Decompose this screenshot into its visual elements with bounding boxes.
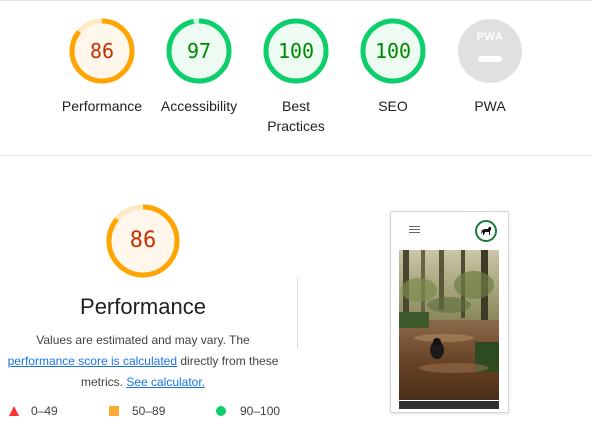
score-legend: 0–49 50–89 90–100 <box>0 404 300 424</box>
gauge-accessibility[interactable]: 97 Accessibility <box>144 18 254 116</box>
see-calculator-link[interactable]: See calculator. <box>126 375 205 389</box>
dog-logo-icon <box>475 220 497 242</box>
performance-gauge-ring: 86 <box>69 18 135 84</box>
legend-pass: 90–100 <box>216 404 280 418</box>
seo-score: 100 <box>374 39 412 63</box>
desc-text-1: Values are estimated and may vary. The <box>36 333 250 347</box>
legend-fail: 0–49 <box>9 404 58 418</box>
best-practices-label: Best Practices <box>267 98 325 134</box>
performance-score: 86 <box>89 39 115 63</box>
pwa-label: PWA <box>474 98 506 114</box>
legend-pass-range: 90–100 <box>240 404 281 418</box>
accessibility-gauge-ring: 97 <box>166 18 232 84</box>
lighthouse-report: 86 Performance 97 Accessibility 100 Best… <box>0 0 592 445</box>
pwa-badge-text: PWA <box>476 31 504 43</box>
pwa-dash-icon <box>478 56 502 62</box>
accessibility-score: 97 <box>186 39 212 63</box>
gauge-seo[interactable]: 100 SEO <box>338 18 448 116</box>
score-gauges: 86 Performance 97 Accessibility 100 Best… <box>0 18 592 148</box>
green-circle-icon <box>216 406 226 416</box>
gauge-best-practices[interactable]: 100 Best Practices <box>241 18 351 136</box>
seo-gauge-ring: 100 <box>360 18 426 84</box>
section-divider <box>0 155 592 156</box>
legend-average: 50–89 <box>109 404 165 418</box>
gauge-performance[interactable]: 86 Performance <box>47 18 157 116</box>
best-practices-score: 100 <box>277 39 315 63</box>
score-calculated-link[interactable]: performance score is calculated <box>8 354 177 368</box>
best-practices-gauge-ring: 100 <box>263 18 329 84</box>
top-rule <box>0 0 592 1</box>
performance-title: Performance <box>80 294 206 319</box>
performance-detail: 86 Performance Values are estimated and … <box>0 204 290 389</box>
pwa-badge-icon: PWA <box>457 18 523 84</box>
red-triangle-icon <box>9 406 19 416</box>
gauge-pwa[interactable]: PWA PWA <box>435 18 545 116</box>
orange-square-icon <box>109 406 119 416</box>
performance-big-gauge: 86 <box>106 204 180 278</box>
seo-label: SEO <box>378 98 408 114</box>
final-screenshot[interactable] <box>390 211 509 413</box>
vertical-separator <box>297 277 298 349</box>
hamburger-menu-icon <box>409 226 420 235</box>
legend-average-range: 50–89 <box>132 404 166 418</box>
performance-description: Values are estimated and may vary. The p… <box>0 330 286 393</box>
accessibility-label: Accessibility <box>160 98 238 114</box>
photo-strip <box>399 401 499 409</box>
legend-fail-range: 0–49 <box>31 404 58 418</box>
dog-in-forest-stream-photo <box>399 250 499 400</box>
performance-big-score: 86 <box>129 228 157 253</box>
performance-label: Performance <box>61 98 143 114</box>
